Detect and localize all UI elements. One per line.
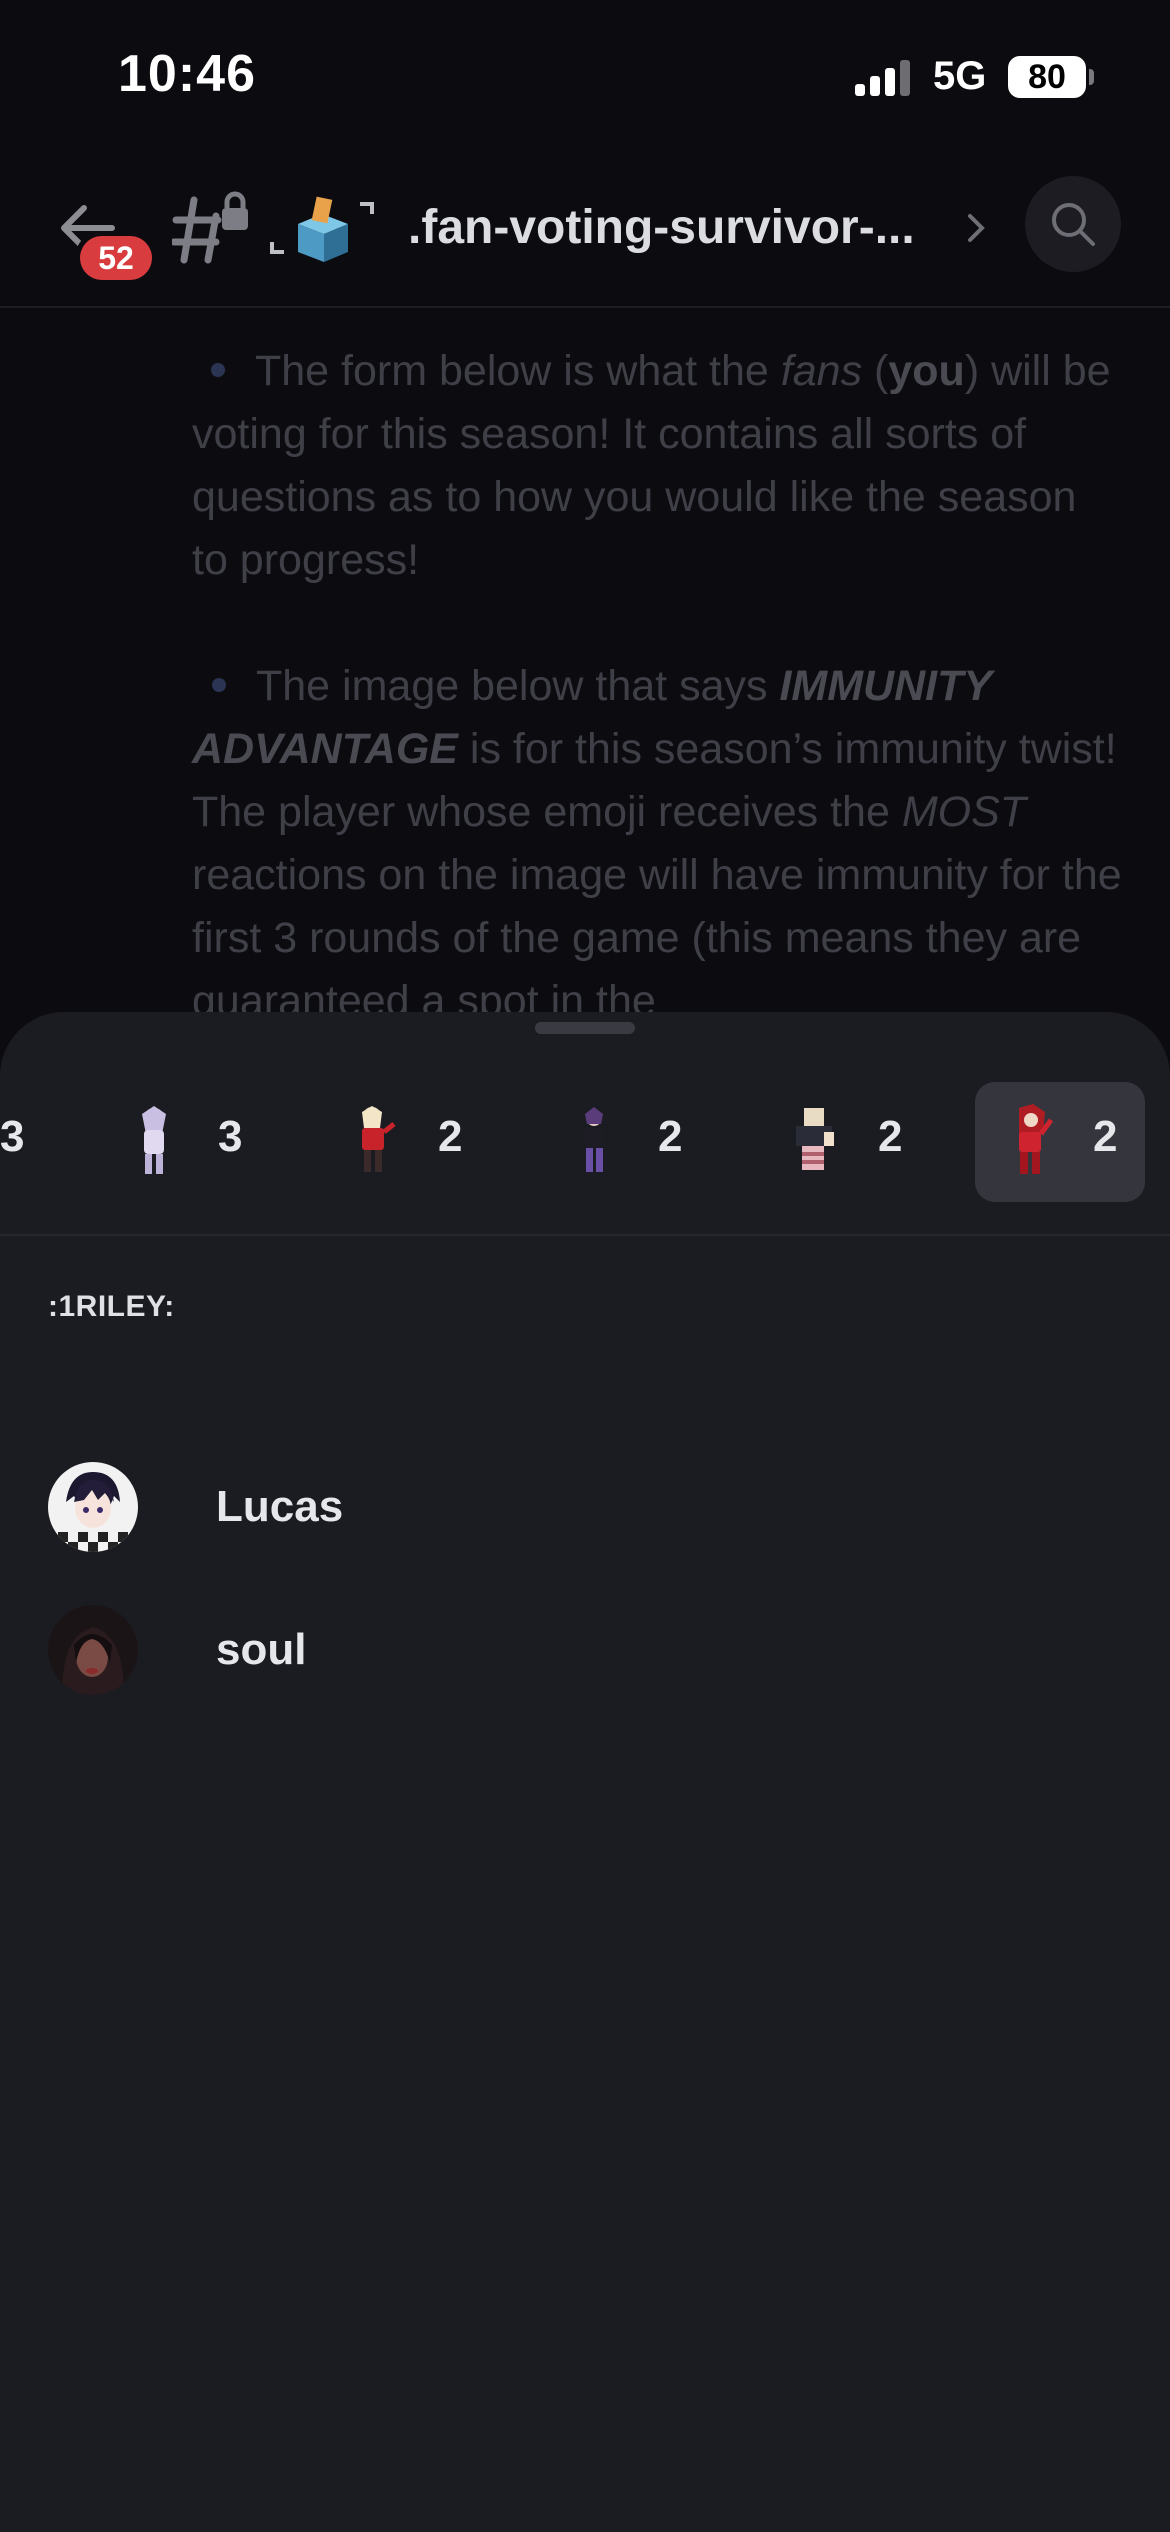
channel-title[interactable]: .fan-voting-survivor-...: [408, 190, 948, 266]
locked-channel-icon: [170, 190, 252, 266]
reaction-tab[interactable]: 2: [560, 1082, 710, 1202]
search-button[interactable]: [1025, 176, 1121, 272]
message-paragraph-1: The form below is what the fans (you) wi…: [192, 347, 1111, 584]
reaction-tab[interactable]: 3: [120, 1082, 270, 1202]
checkered-anime-avatar: [48, 1462, 138, 1552]
reactor-username: soul: [216, 1625, 307, 1674]
channel-header: 52 .fan-voting-survivor-...: [0, 150, 1170, 308]
reaction-tab-selected[interactable]: 2: [975, 1082, 1145, 1202]
search-icon: [1052, 203, 1095, 246]
bullet-icon: [211, 362, 225, 377]
bullet-icon: [212, 677, 226, 692]
ballot-box-icon: [268, 190, 376, 266]
blocky-avatar-emoji: [796, 1108, 834, 1170]
reactions-sheet: 3 3 2 2 2 2:1RILEY: Lucas soul: [0, 1012, 1170, 2532]
red-hair-avatar-emoji: [1019, 1104, 1053, 1174]
battery-nub: [1089, 69, 1094, 85]
reaction-count: 3: [218, 1112, 243, 1161]
red-dress-avatar-emoji: [362, 1106, 396, 1172]
reactor-list-item[interactable]: Lucas: [0, 1462, 1170, 1562]
lavender-avatar-emoji: [142, 1106, 166, 1174]
reaction-count: 3: [0, 1112, 25, 1161]
reaction-tab[interactable]: 2: [340, 1082, 490, 1202]
signal-icon: [855, 60, 915, 96]
unread-badge: 52: [80, 236, 152, 280]
avatar[interactable]: [48, 1605, 138, 1695]
dark-photo-avatar: [48, 1605, 138, 1695]
battery-icon: 80: [1008, 56, 1086, 98]
reaction-count: 2: [658, 1112, 683, 1161]
reactor-username: Lucas: [216, 1482, 344, 1531]
chevron-right-icon[interactable]: [962, 208, 990, 248]
network-type: 5G: [933, 54, 987, 98]
reaction-tab[interactable]: 2: [780, 1082, 930, 1202]
sheet-grabber[interactable]: [535, 1022, 635, 1034]
reaction-count: 2: [878, 1112, 903, 1161]
reaction-count: 2: [1093, 1112, 1118, 1161]
reaction-count: 2: [438, 1112, 463, 1161]
status-time: 10:46: [118, 45, 256, 103]
purple-outfit-avatar-emoji: [585, 1107, 603, 1172]
avatar[interactable]: [48, 1462, 138, 1552]
reaction-tab[interactable]: 3: [0, 1082, 40, 1202]
status-bar: 10:46 5G 80: [0, 0, 1170, 150]
reaction-tabs: 3 3 2 2 2 2: [0, 1082, 1170, 1202]
selected-emoji-name: :1RILEY:: [48, 1290, 175, 1323]
message-paragraph-2: The image below that says IMMUNITY ADVAN…: [192, 662, 1122, 1025]
message-content: The form below is what the fans (you) wi…: [192, 340, 1122, 1096]
reactor-list-item[interactable]: soul: [0, 1605, 1170, 1705]
sheet-divider: [0, 1234, 1170, 1236]
